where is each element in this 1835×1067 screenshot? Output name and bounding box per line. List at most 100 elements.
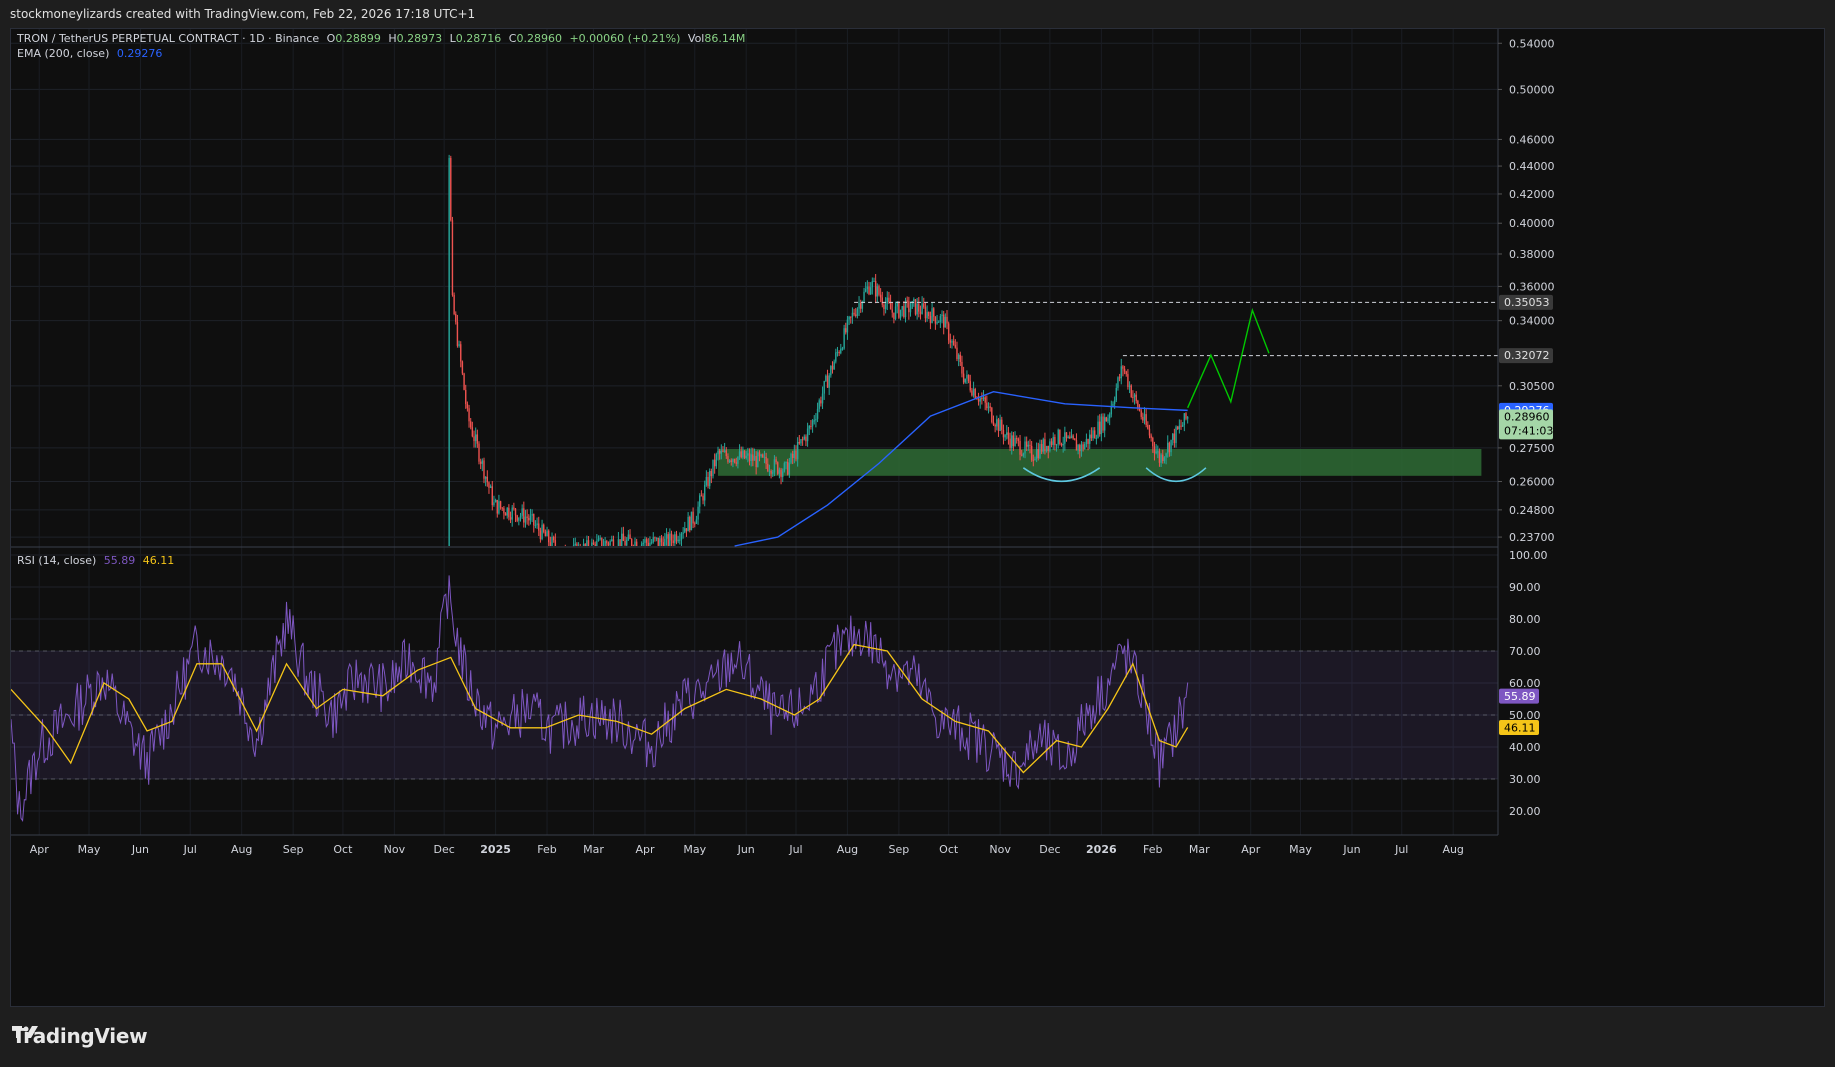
candle-body xyxy=(509,517,512,520)
candle-body xyxy=(1087,438,1089,444)
candle-body xyxy=(926,312,928,319)
candle-body xyxy=(654,537,656,539)
candle-body xyxy=(627,534,630,540)
candle-body xyxy=(1014,438,1016,447)
candle-body xyxy=(742,450,744,458)
candle-body xyxy=(679,539,681,541)
candle-body xyxy=(969,381,971,391)
candle-body xyxy=(1074,438,1076,441)
candle-body xyxy=(868,286,870,295)
candle-body xyxy=(864,289,867,292)
chart-area[interactable]: 0.54000 0.50000 0.46000 0.44000 0.42000 0.400… xyxy=(10,28,1825,1007)
price-tick-label: 0.27500 xyxy=(1509,442,1555,455)
rsi-tick-label: 70.00 xyxy=(1509,645,1541,658)
candle-body xyxy=(1130,385,1132,398)
candle-body xyxy=(1108,414,1111,419)
candle-body xyxy=(541,524,543,540)
candle-body xyxy=(748,453,751,461)
tradingview-brand[interactable]: TradingView xyxy=(12,1024,148,1048)
candle-body xyxy=(1112,403,1114,407)
candle-body xyxy=(851,312,854,317)
candle-body xyxy=(514,508,517,516)
candle-body xyxy=(544,531,547,537)
price-label-text: 0.32072 xyxy=(1504,349,1550,362)
tradingview-logo-icon xyxy=(12,1026,38,1038)
candle-body xyxy=(521,508,523,516)
candle-body xyxy=(1172,433,1174,440)
price-tick-label: 0.54000 xyxy=(1509,37,1555,50)
candle-body xyxy=(536,523,538,526)
chart-svg[interactable]: 0.54000 0.50000 0.46000 0.44000 0.42000 0.400… xyxy=(11,29,1826,1008)
candle-body xyxy=(1155,451,1157,454)
candle-body xyxy=(652,537,654,543)
candle-body xyxy=(987,406,990,409)
candle-body xyxy=(790,453,792,463)
candle-body xyxy=(1011,435,1013,448)
candle-body xyxy=(494,499,497,503)
candle-body xyxy=(448,157,450,546)
candle-body xyxy=(788,462,791,475)
rsi-tick-label: 100.00 xyxy=(1509,549,1548,562)
candle-body xyxy=(670,533,673,541)
projection-path-group[interactable] xyxy=(1187,307,1270,409)
candle-body xyxy=(1004,434,1006,438)
candle-body xyxy=(629,534,631,540)
candle-body xyxy=(1133,394,1136,398)
candle-body xyxy=(1158,451,1161,463)
candle-body xyxy=(1140,410,1142,417)
time-tick-label: Jul xyxy=(1394,843,1408,856)
candle-body xyxy=(1080,444,1083,452)
candle-body xyxy=(967,374,970,382)
candle-body xyxy=(997,419,1000,431)
rsi-tick-label: 90.00 xyxy=(1509,581,1541,594)
candle-body xyxy=(1006,432,1008,435)
candle-body xyxy=(796,441,799,460)
candle-body xyxy=(785,462,787,464)
candle-body xyxy=(479,461,482,464)
candle-body xyxy=(1045,445,1048,452)
candle-body xyxy=(883,304,885,310)
candle-body xyxy=(1103,417,1106,431)
candle-body xyxy=(942,314,945,328)
candle-body xyxy=(889,302,892,310)
candle-body xyxy=(944,316,947,328)
support-zone xyxy=(717,448,1482,476)
candle-body xyxy=(974,388,976,399)
candle-body xyxy=(1079,445,1081,452)
candle-body xyxy=(783,463,786,472)
candle-body xyxy=(694,523,696,525)
candle-body xyxy=(886,297,888,304)
candle-body xyxy=(1097,421,1099,438)
candle-body xyxy=(630,539,633,546)
candle-body xyxy=(645,539,648,543)
candle-body xyxy=(1160,454,1162,463)
candle-body xyxy=(1075,440,1078,451)
candle-body xyxy=(574,543,576,546)
candle-body xyxy=(1069,436,1071,439)
candle-body xyxy=(904,300,907,317)
price-tick-label: 0.42000 xyxy=(1509,188,1555,201)
candle-body xyxy=(470,421,472,428)
candle-body xyxy=(1110,406,1113,415)
candle-body xyxy=(584,544,586,546)
candle-body xyxy=(977,399,980,402)
candle-body xyxy=(1029,444,1031,446)
candle-body xyxy=(622,533,625,541)
time-tick-label: Apr xyxy=(1241,843,1261,856)
candle-body xyxy=(498,501,500,514)
candle-body xyxy=(619,539,621,546)
candle-body xyxy=(753,455,756,461)
candle-body xyxy=(647,542,649,546)
candle-body xyxy=(825,375,827,382)
candle-body xyxy=(659,538,661,546)
candle-body xyxy=(1077,445,1079,451)
candle-body xyxy=(543,524,545,532)
symbol-text: TRON / TetherUS PERPETUAL CONTRACT · 1D … xyxy=(16,32,319,45)
candle-body xyxy=(835,352,837,362)
candle-body xyxy=(1030,445,1033,460)
candle-body xyxy=(503,508,505,514)
candle-body xyxy=(528,517,530,521)
candle-body xyxy=(901,306,903,310)
support-zone-group[interactable] xyxy=(717,448,1482,476)
candle-body xyxy=(582,544,585,546)
